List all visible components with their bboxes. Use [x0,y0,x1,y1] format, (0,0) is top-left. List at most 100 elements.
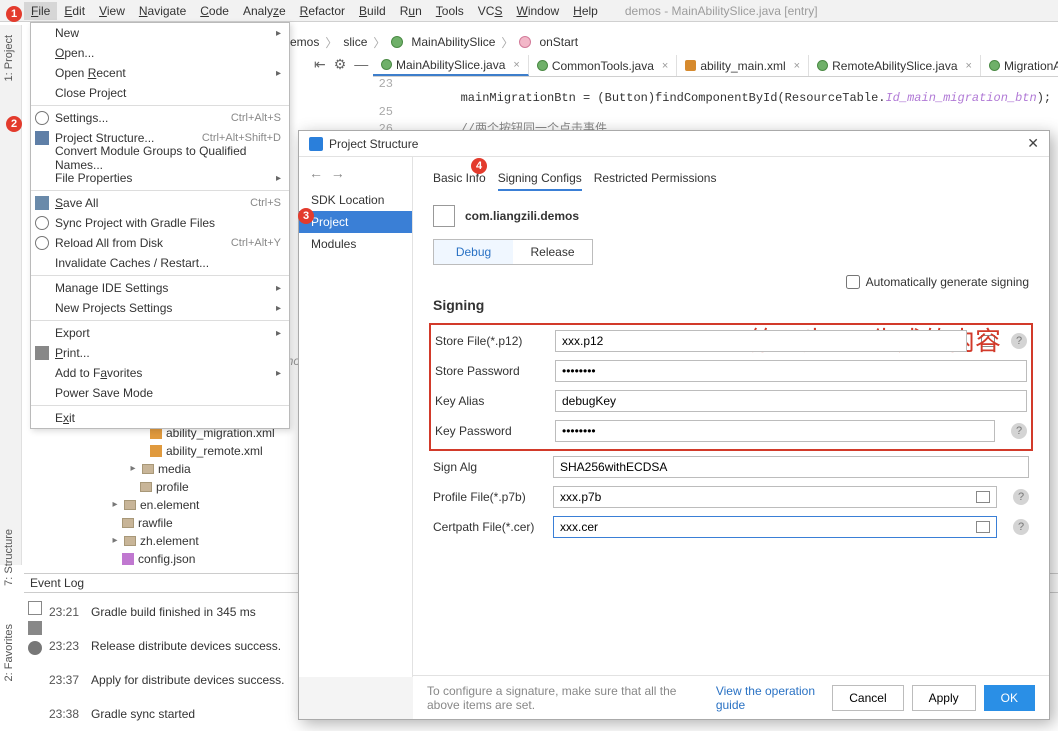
menu-code[interactable]: Code [193,2,236,20]
tool-project[interactable]: 1: Project [3,35,15,81]
profile-file-label: Profile File(*.p7b) [433,490,543,504]
menu-close-project[interactable]: Close Project [31,83,289,103]
tab-migrationabilityslice[interactable]: MigrationAbilitySlice.java [981,55,1058,76]
operation-guide-link[interactable]: View the operation guide [716,684,816,712]
folder-icon [124,500,136,510]
print-icon [35,346,49,360]
breadcrumb-item[interactable]: emos [290,35,319,49]
tab-commontools[interactable]: CommonTools.java× [529,55,677,76]
store-password-input[interactable] [555,360,1027,382]
menu-print[interactable]: Print... [31,343,289,363]
browse-icon[interactable] [976,491,990,503]
breadcrumb-item[interactable]: onStart [539,35,578,49]
browse-icon[interactable] [976,521,990,533]
left-toolstrip-bottom: 7: Structure [0,525,22,590]
nav-modules[interactable]: Modules [299,233,412,255]
menu-convert[interactable]: Convert Module Groups to Qualified Names… [31,148,289,168]
log-row[interactable]: 23:23Release distribute devices success. [24,629,309,663]
info-icon[interactable]: ? [1013,489,1029,505]
cancel-button[interactable]: Cancel [832,685,903,711]
menu-window[interactable]: Window [509,2,566,20]
menu-help[interactable]: Help [566,2,605,20]
tool-favorites[interactable]: 2: Favorites [3,624,15,681]
menu-exit[interactable]: Exit [31,408,289,428]
menu-add-fav[interactable]: Add to Favorites▸ [31,363,289,383]
log-row[interactable]: 23:37Apply for distribute devices succes… [24,663,309,697]
certpath-label: Certpath File(*.cer) [433,520,543,534]
tree-item[interactable]: ▸zh.element [100,532,310,550]
sign-alg-input[interactable] [553,456,1029,478]
menu-refactor[interactable]: Refactor [293,2,352,20]
menu-manage-ide[interactable]: Manage IDE Settings▸ [31,278,289,298]
build-release[interactable]: Release [513,240,592,264]
key-alias-input[interactable] [555,390,1027,412]
key-password-input[interactable] [555,420,995,442]
close-icon[interactable]: ✕ [1027,135,1039,152]
menu-vcs[interactable]: VCS [471,2,510,20]
gear-icon[interactable]: ⚙ [334,56,347,73]
info-icon[interactable]: ? [1011,333,1027,349]
certpath-input[interactable] [553,516,997,538]
menu-invalidate[interactable]: Invalidate Caches / Restart... [31,253,289,273]
profile-file-input[interactable] [553,486,997,508]
tree-item[interactable]: rawfile [100,514,310,532]
nav-sdk-location[interactable]: SDK Location [299,189,412,211]
badge-4: 4 [471,158,487,174]
hide-icon[interactable]: — [354,56,368,73]
tool-structure[interactable]: 7: Structure [3,529,15,586]
menu-reload[interactable]: Reload All from DiskCtrl+Alt+Y [31,233,289,253]
menu-sync[interactable]: Sync Project with Gradle Files [31,213,289,233]
menu-edit[interactable]: Edit [57,2,92,20]
nav-project[interactable]: Project [299,211,412,233]
menu-open[interactable]: Open... [31,43,289,63]
menu-power-save[interactable]: Power Save Mode [31,383,289,403]
tree-item[interactable]: ▸media [100,460,310,478]
log-row[interactable]: 23:21Gradle build finished in 345 ms [24,595,309,629]
tree-item[interactable]: ▸en.element [100,496,310,514]
menu-build[interactable]: Build [352,2,393,20]
tab-remoteabilityslice[interactable]: RemoteAbilitySlice.java× [809,55,981,76]
tree-item[interactable]: profile [100,478,310,496]
key-alias-label: Key Alias [435,394,545,408]
tab-restricted[interactable]: Restricted Permissions [594,171,717,191]
dialog-tabs: Basic Info Signing Configs Restricted Pe… [433,171,1029,191]
menu-analyze[interactable]: Analyze [236,2,293,20]
menu-file-properties[interactable]: File Properties▸ [31,168,289,188]
ok-button[interactable]: OK [984,685,1035,711]
collapse-icon[interactable]: ⇤ [314,56,326,73]
breadcrumb-item[interactable]: MainAbilitySlice [411,35,495,49]
folder-icon [124,536,136,546]
tree-item[interactable]: config.json [100,550,310,568]
menu-view[interactable]: View [92,2,132,20]
menu-settings[interactable]: Settings...Ctrl+Alt+S [31,108,289,128]
close-icon[interactable]: × [966,60,972,72]
tab-mainabilityslice[interactable]: MainAbilitySlice.java× [373,55,529,76]
info-icon[interactable]: ? [1013,519,1029,535]
java-icon [817,60,828,71]
json-icon [122,553,134,565]
apply-button[interactable]: Apply [912,685,976,711]
menu-export[interactable]: Export▸ [31,323,289,343]
tab-ability-main-xml[interactable]: ability_main.xml× [677,55,809,76]
tab-basic-info[interactable]: Basic Info [433,171,486,191]
close-icon[interactable]: × [662,60,668,72]
tree-item[interactable]: ability_remote.xml [100,442,310,460]
menu-tools[interactable]: Tools [429,2,471,20]
menu-new[interactable]: New▸ [31,23,289,43]
menu-file[interactable]: File [24,2,57,20]
build-debug[interactable]: Debug [434,240,513,264]
nav-back-forward[interactable]: ← → [299,157,412,189]
close-icon[interactable]: × [513,59,519,71]
auto-generate-checkbox[interactable] [846,275,860,289]
menu-navigate[interactable]: Navigate [132,2,193,20]
store-file-input[interactable] [555,330,967,352]
menu-new-proj-settings[interactable]: New Projects Settings▸ [31,298,289,318]
breadcrumb-item[interactable]: slice [343,35,367,49]
menu-open-recent[interactable]: Open Recent▸ [31,63,289,83]
menu-run[interactable]: Run [393,2,429,20]
close-icon[interactable]: × [794,60,800,72]
tab-signing-configs[interactable]: Signing Configs [498,171,582,191]
menu-save-all[interactable]: Save AllCtrl+S [31,193,289,213]
info-icon[interactable]: ? [1011,423,1027,439]
log-row[interactable]: 23:38Gradle sync started [24,697,309,731]
